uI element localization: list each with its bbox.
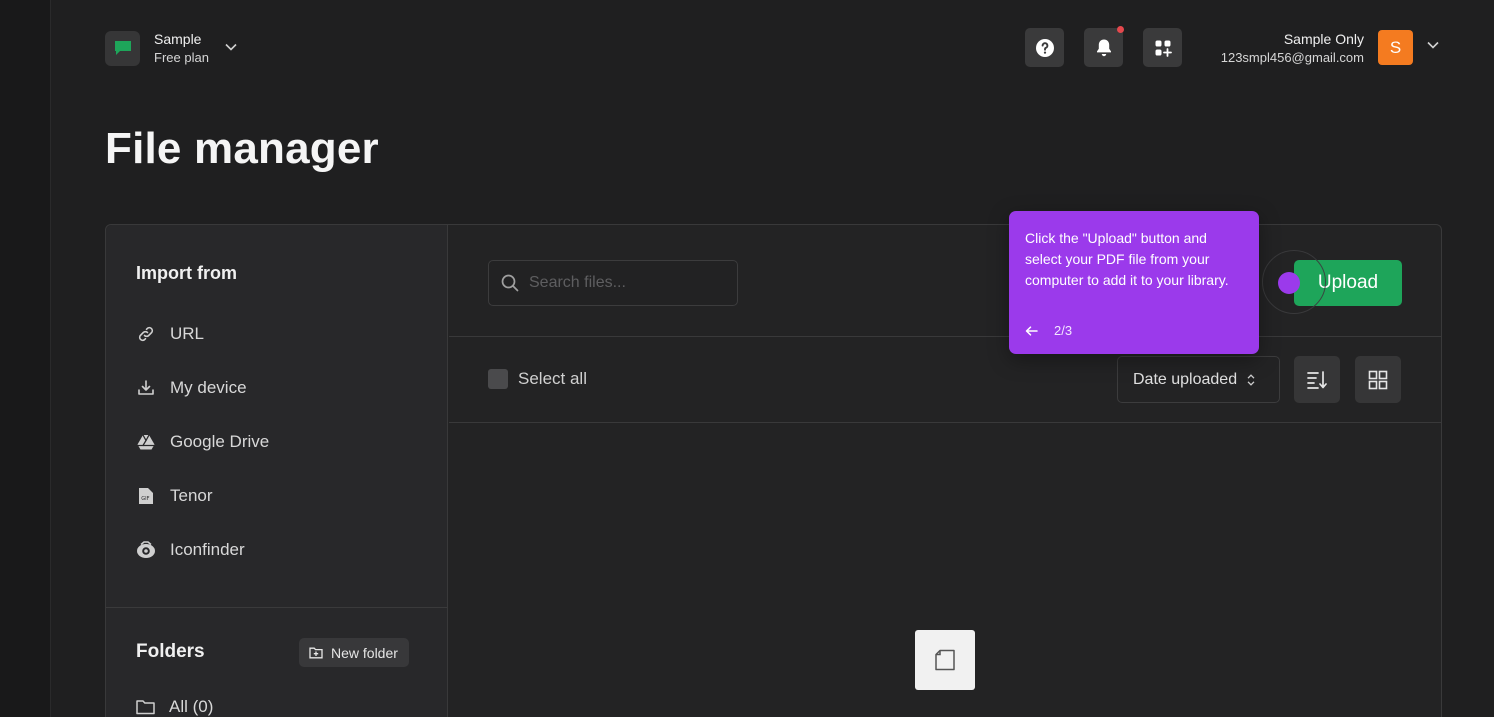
left-rail	[0, 0, 51, 717]
folder-item-all[interactable]: All (0)	[136, 697, 213, 717]
gif-icon: GIF	[136, 486, 156, 506]
import-item-label: URL	[170, 324, 205, 343]
tour-step-indicator: 2/3	[1054, 323, 1073, 338]
sort-select[interactable]: Date uploaded	[1117, 356, 1280, 403]
help-icon	[1035, 38, 1054, 57]
workspace-name: Sample	[154, 31, 202, 47]
workspace-plan: Free plan	[154, 50, 209, 65]
tour-tooltip: Click the "Upload" button and select you…	[1009, 211, 1259, 354]
sort-order-button[interactable]	[1294, 356, 1340, 403]
user-name: Sample Only	[1283, 31, 1364, 47]
arrow-left-icon[interactable]	[1025, 325, 1038, 336]
import-item-google-drive[interactable]: Google Drive	[136, 432, 269, 452]
import-item-label: Tenor	[170, 486, 213, 505]
bell-icon	[1096, 39, 1111, 56]
download-icon	[136, 378, 156, 398]
notification-badge	[1117, 26, 1124, 33]
grid-view-icon	[1368, 370, 1388, 389]
sort-descending-icon	[1307, 370, 1327, 389]
import-heading: Import from	[136, 263, 237, 283]
select-all-label: Select all	[518, 369, 587, 388]
new-folder-label: New folder	[331, 644, 398, 661]
import-item-label: Iconfinder	[170, 540, 245, 559]
user-email: 123smpl456@gmail.com	[1220, 50, 1364, 65]
iconfinder-icon	[136, 540, 156, 560]
chevron-down-icon[interactable]	[1427, 41, 1439, 49]
apps-button[interactable]	[1143, 28, 1182, 67]
tour-tooltip-text: Click the "Upload" button and select you…	[1025, 230, 1229, 288]
search-box[interactable]	[488, 260, 738, 306]
import-item-url[interactable]: URL	[136, 324, 204, 344]
search-icon	[501, 274, 519, 292]
select-all[interactable]: Select all	[488, 369, 587, 389]
toolbar-divider	[449, 336, 1441, 337]
workspace-logo-icon	[105, 30, 140, 66]
workspace-switcher[interactable]: Sample Free plan	[105, 29, 237, 67]
tour-beacon	[1278, 272, 1300, 294]
import-item-label: Google Drive	[170, 432, 270, 451]
list-divider	[449, 422, 1441, 423]
svg-text:GIF: GIF	[141, 496, 149, 502]
help-button[interactable]	[1025, 28, 1064, 67]
import-sidebar: Import from URL My device Google Drive G…	[106, 225, 448, 717]
notifications-button[interactable]	[1084, 26, 1124, 67]
apps-grid-icon	[1155, 40, 1172, 57]
import-item-tenor[interactable]: GIF Tenor	[136, 486, 213, 506]
import-item-label: My device	[170, 378, 247, 397]
import-item-my-device[interactable]: My device	[136, 378, 247, 398]
folders-heading: Folders	[136, 641, 205, 662]
new-folder-button[interactable]: New folder	[299, 638, 409, 667]
google-drive-icon	[136, 432, 156, 452]
empty-state-file-icon	[915, 630, 975, 690]
select-all-checkbox[interactable]	[488, 369, 508, 389]
page-title: File manager	[105, 124, 379, 173]
folder-all-label: All (0)	[169, 697, 214, 716]
sort-select-value: Date uploaded	[1133, 370, 1238, 388]
avatar[interactable]: S	[1378, 30, 1413, 65]
chevron-up-down-icon	[1247, 373, 1255, 386]
import-item-iconfinder[interactable]: Iconfinder	[136, 540, 245, 560]
folder-icon	[136, 700, 155, 715]
grid-view-button[interactable]	[1355, 356, 1401, 403]
link-icon	[136, 324, 156, 344]
chevron-down-icon	[225, 43, 237, 51]
folder-plus-icon	[309, 647, 323, 659]
search-input[interactable]	[529, 274, 729, 292]
user-menu[interactable]: Sample Only 123smpl456@gmail.com	[1221, 29, 1364, 67]
sidebar-divider	[106, 607, 448, 608]
